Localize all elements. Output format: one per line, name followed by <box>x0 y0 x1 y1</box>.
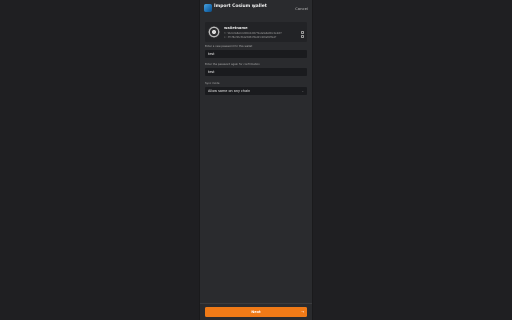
address-1-key: H: <box>224 31 227 35</box>
address-2-key: G: <box>224 35 227 39</box>
wallet-avatar-icon <box>208 26 220 38</box>
password-label: Enter a new password for this wallet <box>205 45 253 48</box>
next-button[interactable]: Next → <box>205 307 307 317</box>
copy-icon[interactable] <box>301 31 304 34</box>
arrow-right-icon: → <box>300 310 304 314</box>
import-wallet-panel: Import Cosium wallet ⇄ Cancel walletname… <box>200 0 312 320</box>
copy-icon[interactable] <box>301 35 304 38</box>
confirm-password-label: Enter the password again for confirmatio… <box>205 63 260 66</box>
next-button-label: Next <box>251 310 261 314</box>
wallet-summary-card: walletname H:9bcbc0e8e6c4d2b9c4d2b7f4a2e… <box>205 22 307 42</box>
address-1-value: 9bcbc0e8e6c4d2b9c4d2b7f4a2e9a9e8d4c2a1b9… <box>227 31 282 35</box>
address-2-value: 3f1f8e7d6c5b4a39281f0e2d3c4b5a6978e1f <box>227 35 277 39</box>
wallet-address-1: H:9bcbc0e8e6c4d2b9c4d2b7f4a2e9a9e8d4c2a1… <box>224 32 282 35</box>
wallet-name: walletname <box>224 26 248 30</box>
confirm-password-input[interactable]: test <box>205 68 307 76</box>
sync-mode-value: Allow same on any chain <box>208 89 251 93</box>
wallet-address-2: G:3f1f8e7d6c5b4a39281f0e2d3c4b5a6978e1f <box>224 36 276 39</box>
chevron-down-icon: ⌄ <box>301 89 304 93</box>
panel-footer: Next → <box>200 303 312 320</box>
swap-icon: ⇄ <box>253 5 257 9</box>
sync-mode-label: Sync mode <box>205 82 220 85</box>
password-input[interactable]: test <box>205 50 307 58</box>
app-logo-icon <box>204 4 212 12</box>
cancel-button[interactable]: Cancel <box>295 6 308 11</box>
page-title: Import Cosium wallet <box>214 4 267 9</box>
panel-header: Import Cosium wallet ⇄ Cancel <box>200 0 312 16</box>
sync-mode-select[interactable]: Allow same on any chain ⌄ <box>205 87 307 95</box>
